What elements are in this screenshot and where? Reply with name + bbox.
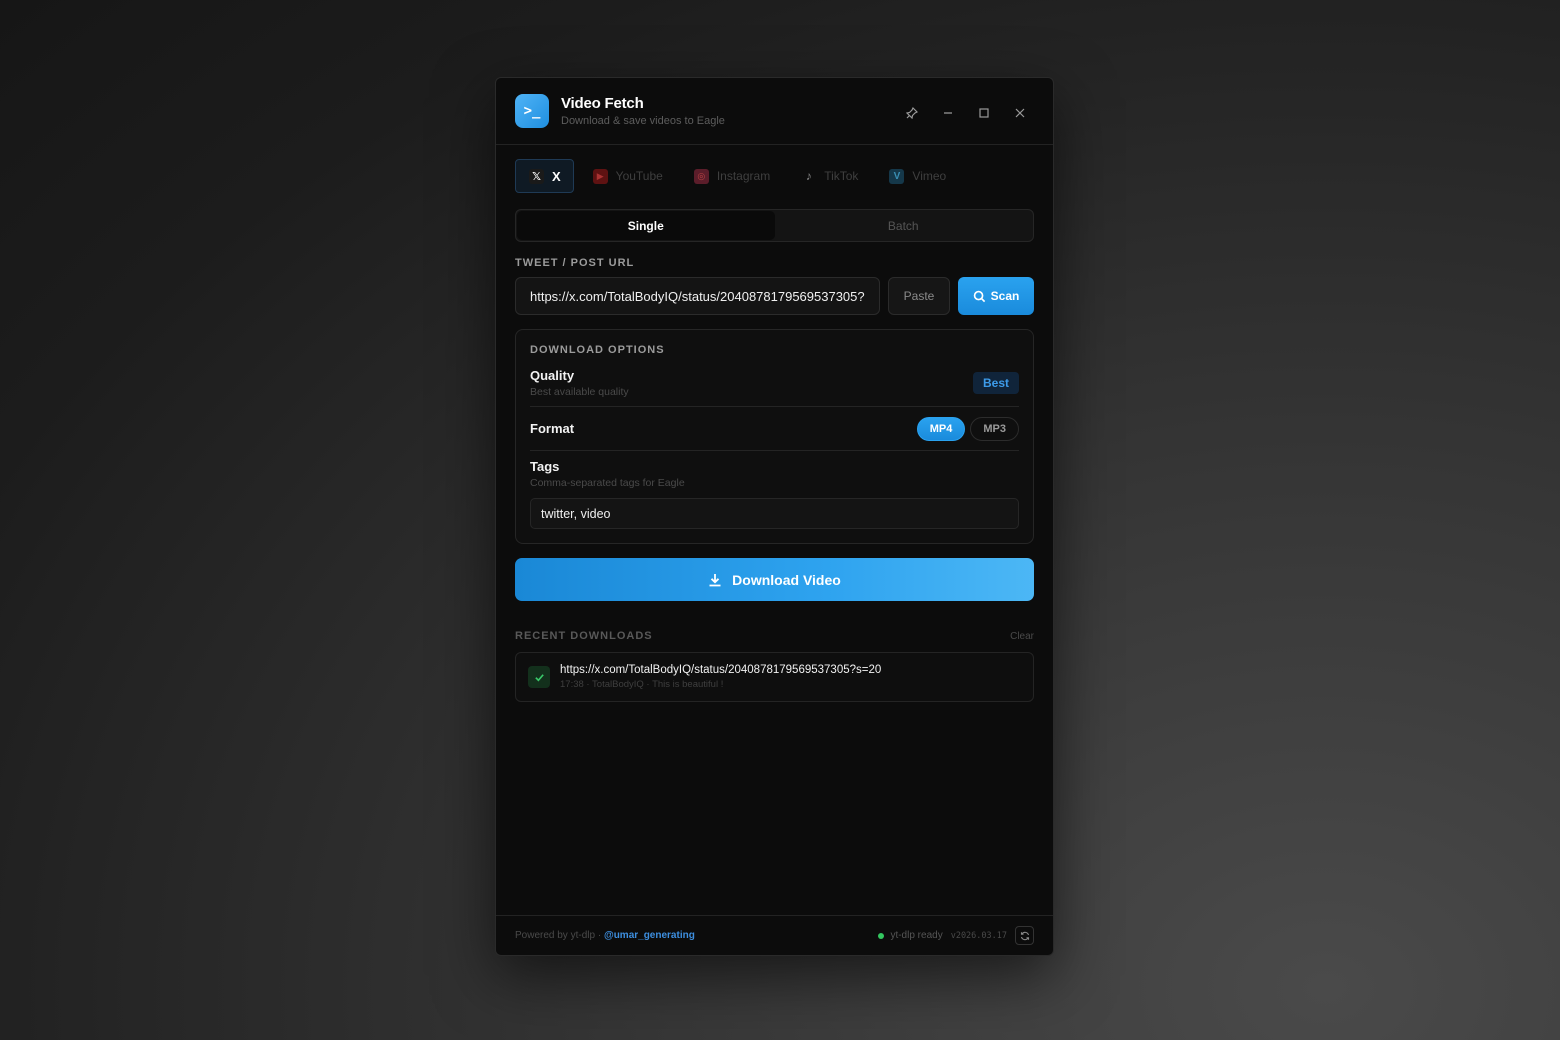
- refresh-button[interactable]: [1015, 926, 1034, 945]
- download-icon: [709, 573, 721, 586]
- tab-instagram[interactable]: ◎ Instagram: [681, 159, 782, 193]
- minimize-icon: [944, 112, 952, 114]
- pin-button[interactable]: [901, 102, 923, 124]
- instagram-icon: ◎: [693, 168, 709, 184]
- mode-toggle: Single Batch: [515, 209, 1034, 242]
- recent-url: https://x.com/TotalBodyIQ/status/2040878…: [560, 664, 882, 676]
- author-link[interactable]: @umar_generating: [604, 930, 695, 941]
- tab-vimeo[interactable]: V Vimeo: [876, 159, 958, 193]
- quality-desc: Best available quality: [530, 386, 629, 398]
- status-dot-icon: [878, 932, 885, 939]
- format-mp3-button[interactable]: MP3: [970, 416, 1019, 441]
- download-video-button[interactable]: Download Video: [515, 558, 1034, 601]
- format-mp4-button[interactable]: MP4: [916, 416, 966, 441]
- app-title: Video Fetch: [561, 95, 644, 112]
- scan-button[interactable]: Scan: [958, 277, 1034, 315]
- check-icon: [528, 666, 550, 688]
- tab-label: Instagram: [716, 169, 771, 183]
- download-label: Download Video: [732, 571, 841, 588]
- maximize-button[interactable]: [973, 102, 995, 124]
- divider: [530, 450, 1019, 451]
- footer: Powered by yt-dlp · @umar_generating yt-…: [496, 915, 1053, 955]
- maximize-icon: [979, 108, 989, 118]
- tags-desc: Comma-separated tags for Eagle: [530, 477, 685, 489]
- clear-button[interactable]: Clear: [1010, 631, 1034, 642]
- search-icon: [973, 290, 985, 302]
- platform-tabs: 𝕏 X ▶ YouTube ◎ Instagram ♪ TikTok V Vim…: [515, 159, 1034, 193]
- mode-batch[interactable]: Batch: [775, 211, 1033, 240]
- close-icon: [1015, 108, 1025, 118]
- recent-heading: RECENT DOWNLOADS: [515, 630, 653, 642]
- tab-youtube[interactable]: ▶ YouTube: [580, 159, 675, 193]
- quality-selector[interactable]: Best: [972, 372, 1019, 394]
- download-options-card: DOWNLOAD OPTIONS Quality Best available …: [515, 329, 1034, 544]
- mode-single[interactable]: Single: [517, 211, 775, 240]
- url-input[interactable]: [515, 277, 880, 315]
- vimeo-icon: V: [889, 168, 905, 184]
- tab-label: TikTok: [824, 169, 859, 183]
- x-logo-icon: 𝕏: [529, 168, 544, 184]
- divider: [530, 406, 1019, 407]
- tab-x[interactable]: 𝕏 X: [515, 159, 574, 193]
- scan-label: Scan: [990, 289, 1020, 303]
- app-subtitle: Download & save videos to Eagle: [561, 115, 725, 127]
- tags-title: Tags: [530, 459, 560, 474]
- pin-icon: [906, 107, 918, 119]
- refresh-icon: [1020, 931, 1029, 940]
- status-text: yt-dlp ready: [890, 930, 943, 941]
- format-toggle: MP4 MP3: [916, 416, 1019, 441]
- powered-by: Powered by yt-dlp ·: [515, 930, 602, 941]
- tab-label: X: [552, 168, 561, 184]
- quality-title: Quality: [530, 368, 575, 383]
- tab-label: Vimeo: [912, 169, 947, 183]
- tiktok-icon: ♪: [805, 169, 812, 183]
- close-button[interactable]: [1009, 102, 1031, 124]
- version-label: v2026.03.17: [950, 930, 1007, 941]
- tab-tiktok[interactable]: ♪ TikTok: [788, 159, 870, 193]
- format-title: Format: [530, 421, 575, 436]
- list-item[interactable]: https://x.com/TotalBodyIQ/status/2040878…: [515, 652, 1034, 702]
- url-label: TWEET / POST URL: [515, 257, 635, 269]
- app-window: >_ Video Fetch Download & save videos to…: [495, 77, 1054, 956]
- youtube-icon: ▶: [592, 168, 608, 184]
- tags-input[interactable]: [530, 498, 1019, 529]
- options-heading: DOWNLOAD OPTIONS: [530, 344, 665, 356]
- minimize-button[interactable]: [937, 102, 959, 124]
- terminal-icon: >_: [515, 94, 549, 128]
- recent-meta: 17:38 · TotalBodyIQ · This is beautiful …: [560, 679, 724, 690]
- paste-button[interactable]: Paste: [888, 277, 950, 315]
- tab-label: YouTube: [615, 169, 663, 183]
- title-bar[interactable]: >_ Video Fetch Download & save videos to…: [496, 78, 1053, 145]
